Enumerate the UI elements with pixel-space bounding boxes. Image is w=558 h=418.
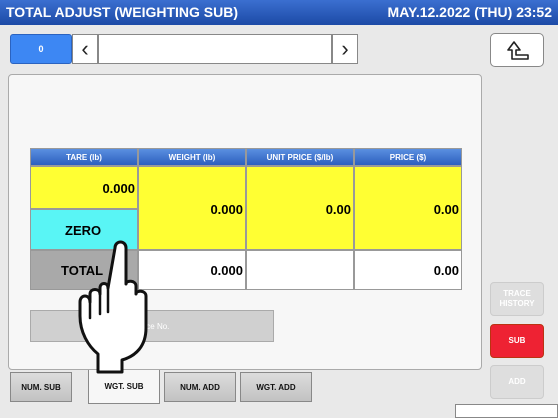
sub-button[interactable]: SUB (490, 324, 544, 358)
add-button[interactable]: ADD (490, 365, 544, 399)
status-box (455, 404, 558, 418)
tab-label: WGT. ADD (256, 382, 296, 392)
tare-cell[interactable]: 0.000 (30, 166, 138, 209)
tab-label: NUM. ADD (180, 382, 220, 392)
date-time: MAY.12.2022 (THU) 23:52 (387, 4, 552, 20)
next-button[interactable]: › (332, 34, 358, 64)
total-price-value: 0.00 (433, 263, 459, 278)
total-price-cell: 0.00 (354, 250, 462, 290)
tab-label: NUM. SUB (21, 382, 61, 392)
trace-history-label: TRACE HISTORY (499, 289, 535, 308)
price-cell[interactable]: 0.00 (354, 166, 462, 250)
sub-label: SUB (508, 336, 526, 345)
tab-num-sub[interactable]: NUM. SUB (10, 372, 72, 402)
page-indicator: 0 (10, 34, 72, 64)
page-number: 0 (38, 44, 44, 54)
back-button[interactable] (490, 33, 544, 67)
add-label: ADD (508, 377, 526, 386)
chevron-right-icon: › (341, 36, 349, 61)
tab-num-add[interactable]: NUM. ADD (164, 372, 236, 402)
tare-value: 0.000 (102, 181, 135, 196)
trace-history-button[interactable]: TRACE HISTORY (490, 282, 544, 316)
return-arrow-icon (507, 41, 529, 60)
prev-button[interactable]: ‹ (72, 34, 98, 64)
unit-price-value: 0.00 (325, 202, 351, 217)
title-bar: TOTAL ADJUST (WEIGHTING SUB) MAY.12.2022… (0, 0, 558, 25)
price-value: 0.00 (433, 202, 459, 217)
window-title: TOTAL ADJUST (WEIGHTING SUB) (6, 4, 239, 20)
pointing-hand-icon (78, 240, 148, 374)
unit-price-cell[interactable]: 0.00 (246, 166, 354, 250)
header-price: PRICE ($) (354, 148, 462, 166)
page-field[interactable] (98, 34, 332, 64)
chevron-left-icon: ‹ (81, 36, 89, 61)
total-weight-value: 0.000 (210, 263, 243, 278)
header-weight: WEIGHT (lb) (138, 148, 246, 166)
weight-value: 0.000 (210, 202, 243, 217)
tab-wgt-add[interactable]: WGT. ADD (240, 372, 312, 402)
total-unit-price-cell (246, 250, 354, 290)
header-unit-price: UNIT PRICE ($/lb) (246, 148, 354, 166)
tab-label: WGT. SUB (104, 382, 144, 391)
header-tare: TARE (lb) (30, 148, 138, 166)
